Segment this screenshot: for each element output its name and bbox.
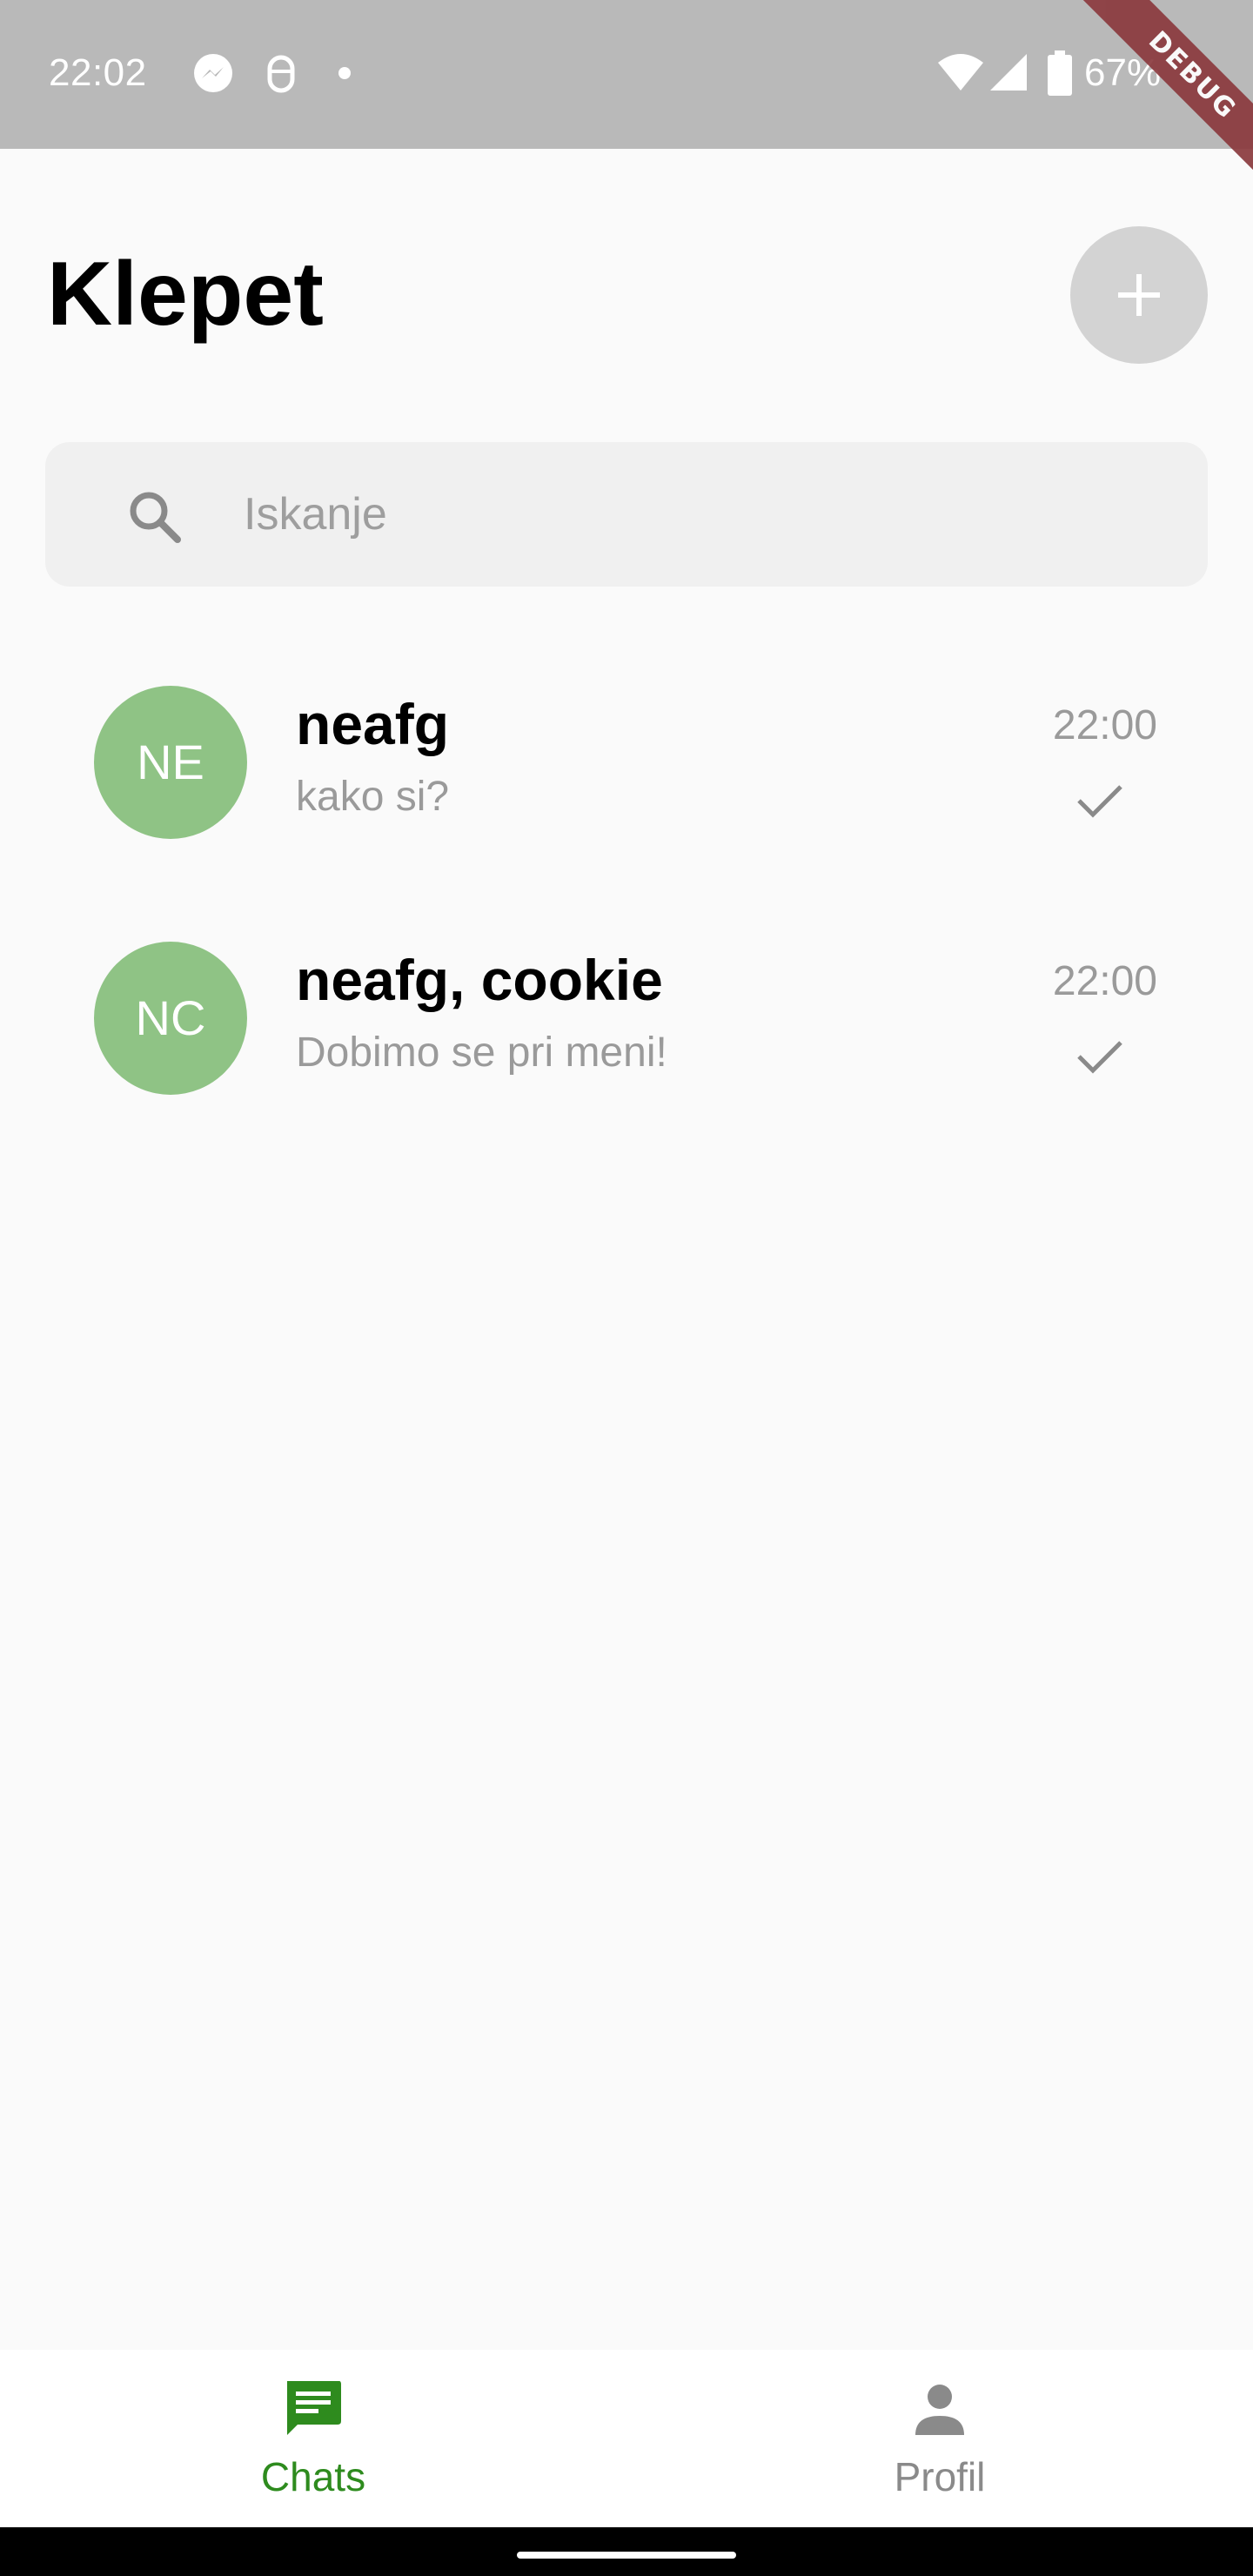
plus-icon [1118,274,1160,316]
chat-time: 22:00 [1052,958,1157,1004]
messenger-icon [191,52,235,100]
chat-time: 22:00 [1052,702,1157,748]
chat-list-item[interactable]: NE neafg kako si? 22:00 [0,661,1253,917]
system-navigation-bar [0,2527,1253,2576]
chat-list-screen: 22:02 67% DEBUG Klepet Iskanje NE neafg … [0,0,1253,2576]
home-indicator[interactable] [517,2552,736,2559]
chat-name: neafg [296,692,450,756]
check-icon [1075,782,1124,824]
chat-preview: Dobimo se pri meni! [296,1030,667,1076]
search-bar[interactable] [45,442,1208,587]
status-time: 22:02 [49,51,147,94]
wifi-icon [936,52,985,97]
debug-banner: DEBUG [1040,0,1253,228]
search-input[interactable] [244,477,1166,552]
nav-label-chats: Chats [260,2454,366,2499]
chat-list-item[interactable]: NC neafg, cookie Dobimo se pri meni! 22:… [0,917,1253,1173]
chat-name: neafg, cookie [296,948,663,1012]
signal-icon [988,52,1029,97]
nav-tab-chats[interactable]: Chats [0,2350,626,2527]
chat-list: NE neafg kako si? 22:00 NC neafg, cookie… [0,661,1253,1173]
nav-label-profil: Profil [894,2454,986,2499]
avatar: NE [94,686,247,839]
bottom-navigation: Chats Profil [0,2350,1253,2527]
page-title: Klepet [47,244,324,345]
new-chat-button[interactable] [1070,226,1208,364]
nav-tab-profil[interactable]: Profil [626,2350,1253,2527]
battery-icon [1048,50,1072,100]
status-bar: 22:02 67% DEBUG [0,0,1253,228]
search-icon [127,489,183,549]
bug-icon [261,52,301,100]
check-icon [1075,1037,1124,1080]
person-icon [908,2378,971,2445]
dot-icon [338,66,352,84]
chat-preview: kako si? [296,774,450,820]
chat-icon [282,2378,345,2445]
avatar: NC [94,942,247,1095]
